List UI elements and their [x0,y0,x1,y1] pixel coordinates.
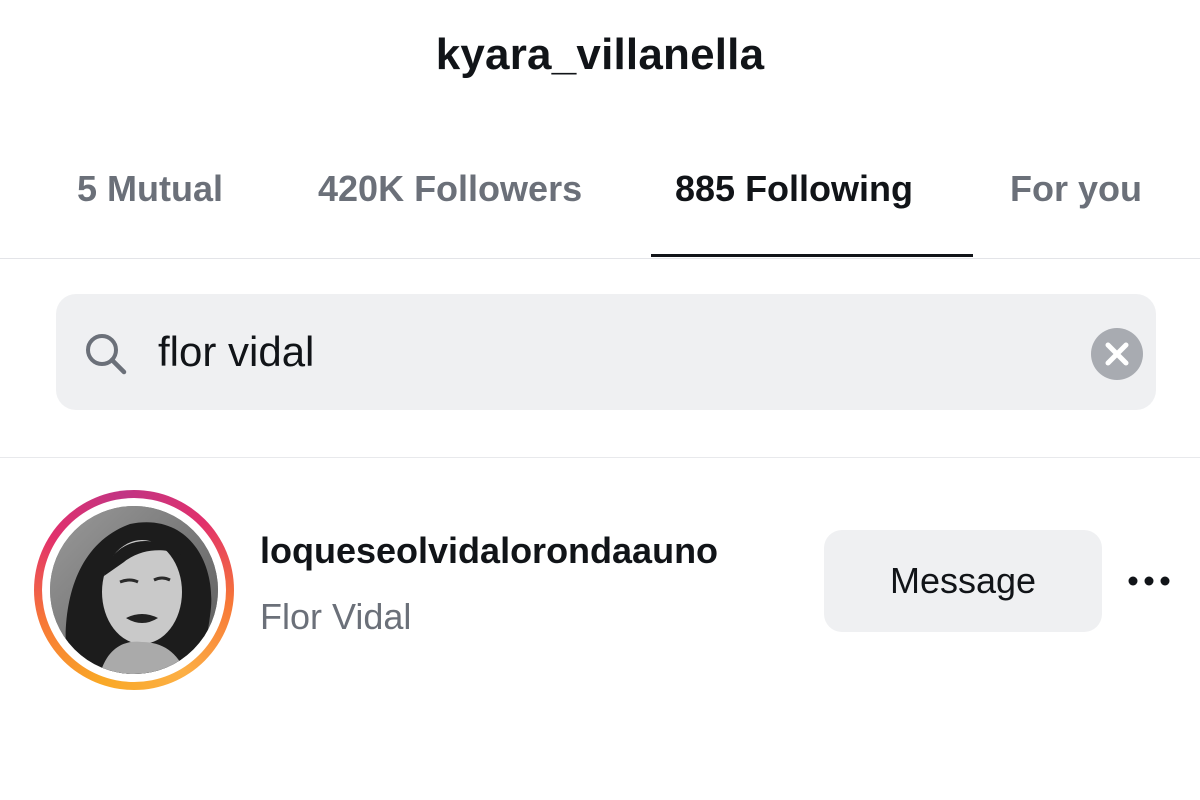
tab-mutual[interactable]: 5 Mutual [77,168,223,210]
result-username[interactable]: loqueseolvidalorondaauno [260,530,718,572]
tab-followers[interactable]: 420K Followers [318,168,582,210]
active-tab-indicator [651,254,973,257]
search-input[interactable] [158,324,1058,380]
tab-bar: 5 Mutual 420K Followers 885 Following Fo… [0,150,1200,259]
search-icon [82,330,130,378]
page-title: kyara_villanella [435,30,765,79]
story-ring[interactable] [34,490,234,690]
avatar [50,506,218,674]
search-bar[interactable] [56,294,1156,410]
divider [0,457,1200,458]
result-full-name: Flor Vidal [260,596,412,637]
close-icon[interactable] [1091,328,1143,380]
more-horizontal-icon[interactable] [1124,566,1174,596]
tab-following[interactable]: 885 Following [675,168,913,210]
tab-for-you[interactable]: For you [1010,168,1142,210]
list-item[interactable]: loqueseolvidalorondaauno Flor Vidal Mess… [0,488,1200,690]
message-button[interactable]: Message [824,530,1102,632]
